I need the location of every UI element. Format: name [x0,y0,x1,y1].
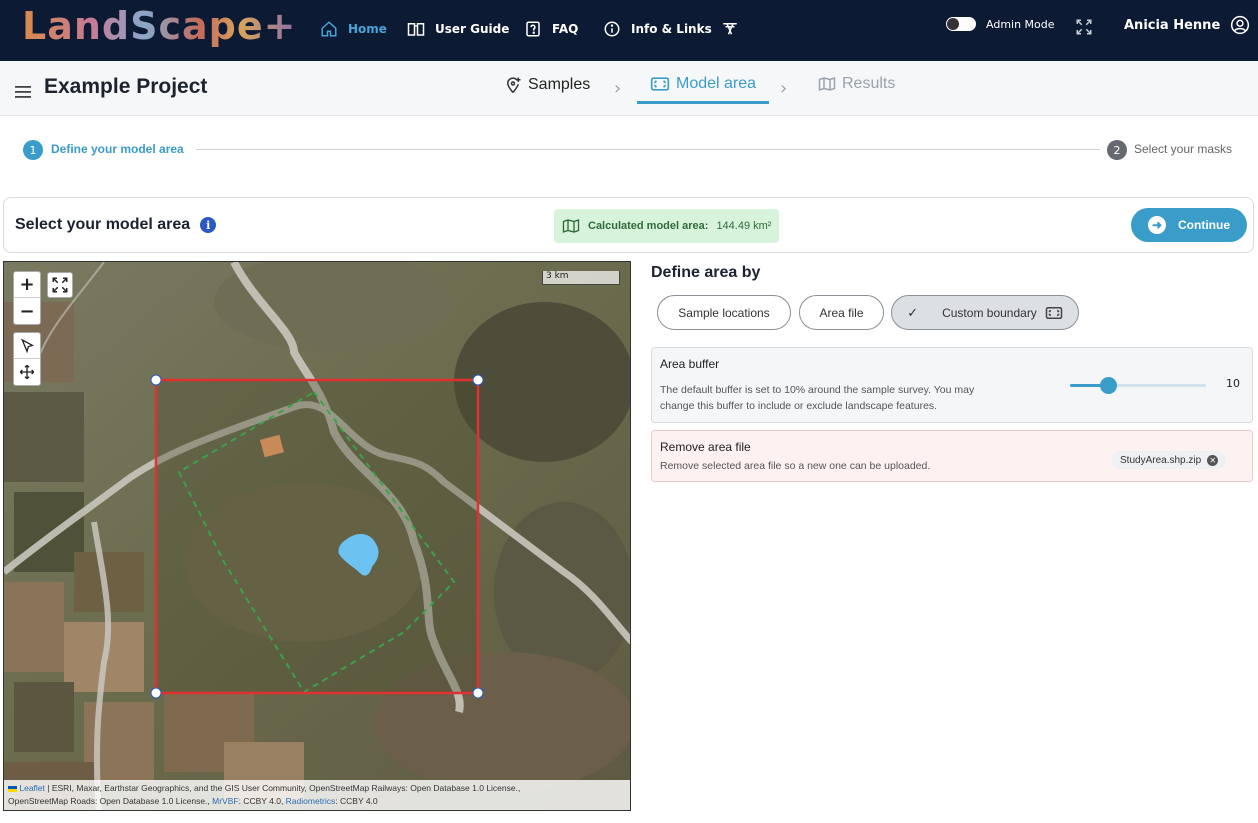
stepper-line [196,149,1100,150]
nav-user-guide-label: User Guide [435,22,510,36]
attribution-text-4: : CCBY 4.0 [335,796,378,806]
radiometrics-link[interactable]: Radiometrics [286,796,336,806]
area-buffer-card: Area buffer The default buffer is set to… [651,347,1253,423]
map-scale: 3 km [542,271,620,285]
active-tab-indicator [637,101,769,104]
step-2-badge: 2 [1107,140,1127,160]
option-custom-boundary-label: Custom boundary [942,305,1037,320]
home-icon [321,21,337,37]
remove-file-icon[interactable]: ✕ [1207,454,1219,466]
map-icon [562,219,580,233]
buffer-slider-handle[interactable] [1100,377,1118,394]
pointer-icon [21,338,35,353]
tab-model-area[interactable]: Model area [650,75,756,93]
draw-tool-button[interactable] [14,333,40,359]
top-navbar: LandScape+ Home User Guide FAQ Info & Li… [0,0,1258,61]
nav-translate[interactable] [721,17,739,41]
draw-control [13,332,41,386]
area-file-name: StudyArea.shp.zip [1120,454,1202,466]
user-avatar-icon [1231,15,1250,35]
option-area-file-label: Area file [819,305,864,320]
nav-faq[interactable]: FAQ [524,17,578,41]
leaflet-link[interactable]: Leaflet [19,783,45,793]
satellite-imagery [4,262,630,810]
project-bar: Example Project Samples › Model area › R… [0,61,1258,116]
step-1-label[interactable]: Define your model area [51,142,184,156]
remove-area-file-desc: Remove selected area file so a new one c… [660,460,931,472]
section-title-text: Select your model area [15,216,191,233]
fullscreen-icon[interactable] [1075,18,1093,40]
ukraine-flag-icon [8,785,17,792]
book-icon [407,23,425,36]
area-buffer-title: Area buffer [660,357,720,371]
attribution-text-1: | ESRI, Maxar, Earthstar Geographics, an… [44,783,521,793]
step-2-label[interactable]: Select your masks [1134,142,1232,156]
remove-area-file-card: Remove area file Remove selected area fi… [651,430,1253,482]
buffer-value: 10 [1226,377,1240,390]
zoom-out-button[interactable]: − [14,298,40,324]
area-select-icon [1045,306,1063,319]
attribution-text-2: OpenStreetMap Roads: Open Database 1.0 L… [8,796,213,806]
arrow-right-icon: ➜ [1148,216,1166,234]
buffer-slider[interactable] [1070,377,1206,394]
attribution-text-3: : CCBY 4.0, [238,796,286,806]
zoom-in-button[interactable]: + [14,272,40,298]
mrvbf-link[interactable]: MrVBF [212,796,238,806]
expand-icon [52,277,68,293]
calculated-area-label: Calculated model area: [588,220,709,232]
map-icon [818,76,836,92]
option-custom-boundary[interactable]: ✓ Custom boundary [891,295,1079,330]
chevron-right-icon: › [614,78,622,99]
translate-icon [723,23,737,35]
nav-info-links[interactable]: Info & Links [603,17,712,41]
user-name: Anicia Henne [1124,17,1221,33]
project-title: Example Project [44,75,208,98]
area-file-chip[interactable]: StudyArea.shp.zip ✕ [1112,451,1227,469]
continue-button[interactable]: ➜ Continue [1131,208,1247,242]
define-area-title: Define area by [651,264,761,281]
toggle-switch[interactable] [946,17,976,31]
location-plus-icon [506,77,521,93]
move-tool-button[interactable] [14,359,40,385]
admin-mode-toggle[interactable]: Admin Mode [946,17,1055,31]
nav-user-guide[interactable]: User Guide [407,17,509,41]
nav-home-label: Home [348,22,387,36]
option-sample-locations-label: Sample locations [678,305,770,320]
nav-faq-label: FAQ [552,22,579,36]
map-attribution: Leaflet | ESRI, Maxar, Earthstar Geograp… [4,780,630,810]
tab-results[interactable]: Results [818,75,895,93]
tab-model-area-label: Model area [676,75,757,92]
section-title: Select your model area i [15,216,217,234]
question-icon [526,21,540,37]
info-icon [604,21,620,37]
tab-results-label: Results [842,75,896,92]
area-buffer-desc-1: The default buffer is set to 10% around … [660,384,975,396]
continue-label: Continue [1178,218,1230,232]
user-menu[interactable]: Anicia Henne [1124,15,1250,35]
remove-area-file-title: Remove area file [660,440,751,454]
info-icon[interactable]: i [200,217,217,233]
nav-info-links-label: Info & Links [631,22,712,36]
option-sample-locations[interactable]: Sample locations [657,295,791,330]
area-select-icon [650,77,670,91]
model-area-header: Select your model area i Calculated mode… [3,197,1254,253]
step-1-badge: 1 [23,140,43,160]
area-buffer-desc-2: change this buffer to include or exclude… [660,400,938,412]
admin-mode-label: Admin Mode [986,17,1055,31]
stepper: 1 Define your model area 2 Select your m… [0,116,1258,184]
calculated-area-badge: Calculated model area: 144.49 km² [554,209,780,243]
menu-icon[interactable] [15,83,31,102]
app-logo[interactable]: LandScape+ [22,4,296,48]
check-icon: ✓ [907,304,919,320]
calculated-area-value: 144.49 km² [716,220,772,232]
nav-home[interactable]: Home [320,17,387,41]
tab-samples[interactable]: Samples [504,75,590,95]
tab-samples-label: Samples [528,76,591,93]
option-area-file[interactable]: Area file [799,295,884,330]
map-fullscreen-button[interactable] [47,272,73,298]
map-view[interactable]: + − 3 km Leaflet | ESRI, Maxar, Earthsta… [3,261,631,811]
move-icon [19,364,35,380]
chevron-right-icon: › [780,78,788,99]
zoom-control: + − [13,271,41,325]
